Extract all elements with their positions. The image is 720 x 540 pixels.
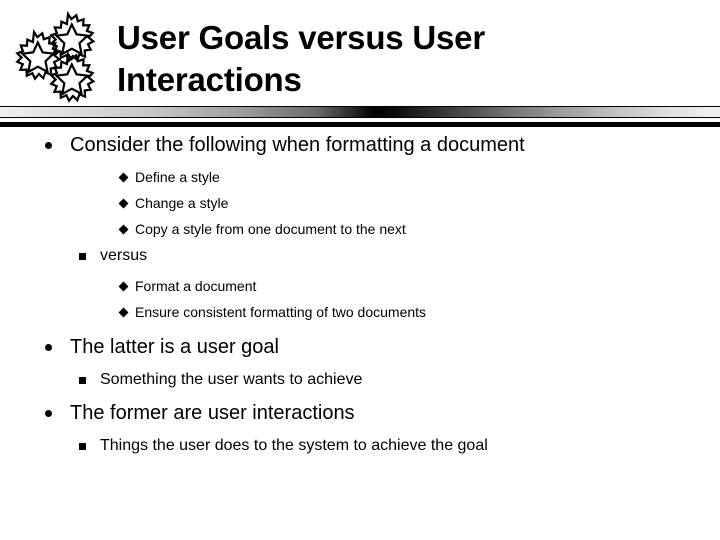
list-item: The former are user interactions bbox=[0, 400, 720, 426]
slide-header: User Goals versus User Interactions bbox=[0, 0, 720, 106]
diamond-bullet-icon bbox=[118, 172, 129, 183]
divider-gradient-bar bbox=[0, 106, 720, 118]
slide-body: Consider the following when formatting a… bbox=[0, 132, 720, 457]
list-item: Copy a style from one document to the ne… bbox=[0, 219, 720, 239]
three-gears-icon bbox=[8, 6, 104, 106]
divider-rule bbox=[0, 122, 720, 127]
diamond-bullet-icon bbox=[118, 307, 129, 318]
list-item-label: The latter is a user goal bbox=[70, 336, 279, 358]
round-bullet-icon bbox=[45, 410, 52, 417]
list-item-label: Change a style bbox=[135, 195, 229, 211]
list-item: Define a style bbox=[0, 167, 720, 187]
round-bullet-icon bbox=[45, 142, 52, 149]
list-item-label: Things the user does to the system to ac… bbox=[100, 437, 488, 454]
round-bullet-icon bbox=[45, 344, 52, 351]
list-item: Change a style bbox=[0, 193, 720, 213]
list-item: Something the user wants to achieve bbox=[0, 369, 720, 391]
list-item-label: Format a document bbox=[135, 278, 257, 294]
square-bullet-icon bbox=[79, 377, 86, 384]
list-item-label: Something the user wants to achieve bbox=[100, 371, 363, 388]
list-item: Things the user does to the system to ac… bbox=[0, 435, 720, 457]
list-item-label: Consider the following when formatting a… bbox=[70, 134, 525, 156]
list-item-label: Ensure consistent formatting of two docu… bbox=[135, 304, 427, 320]
list-item-label: Copy a style from one document to the ne… bbox=[135, 221, 406, 237]
list-item: versus bbox=[0, 245, 720, 267]
list-item-label: versus bbox=[100, 247, 148, 264]
list-item-label: Define a style bbox=[135, 169, 220, 185]
square-bullet-icon bbox=[79, 253, 86, 260]
diamond-bullet-icon bbox=[118, 198, 129, 209]
list-item: Ensure consistent formatting of two docu… bbox=[0, 302, 720, 322]
diamond-bullet-icon bbox=[118, 224, 129, 235]
list-item: The latter is a user goal bbox=[0, 334, 720, 360]
list-item: Format a document bbox=[0, 276, 720, 296]
diamond-bullet-icon bbox=[118, 281, 129, 292]
title-divider bbox=[0, 106, 720, 128]
list-item-label: The former are user interactions bbox=[70, 402, 355, 424]
square-bullet-icon bbox=[79, 443, 86, 450]
list-item: Consider the following when formatting a… bbox=[0, 132, 720, 158]
page-title: User Goals versus User Interactions bbox=[117, 19, 485, 98]
